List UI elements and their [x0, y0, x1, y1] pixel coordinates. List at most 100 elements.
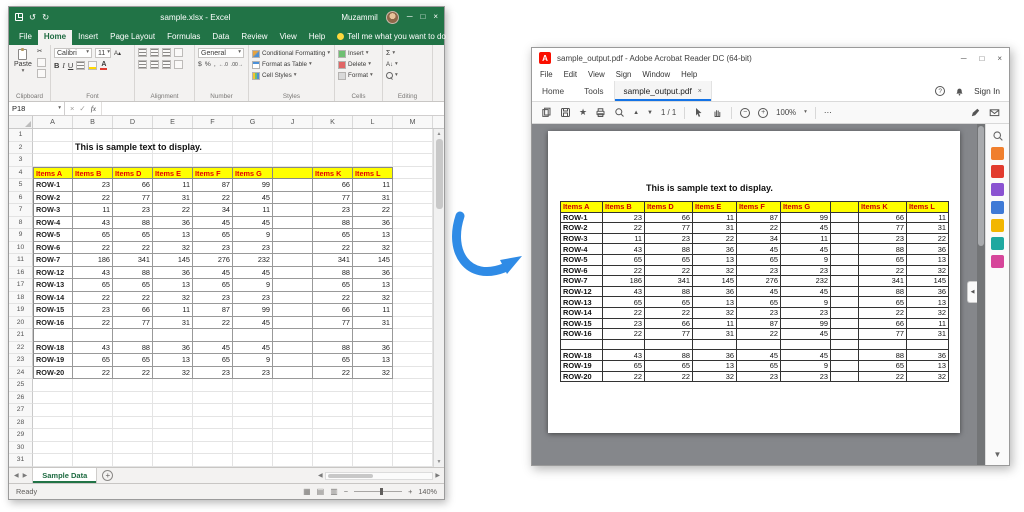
cell[interactable]: 65 [73, 354, 113, 367]
cell[interactable]: 23 [193, 292, 233, 305]
cell[interactable]: 22 [73, 192, 113, 205]
cell[interactable]: 11 [353, 179, 393, 192]
cell[interactable]: 36 [353, 217, 393, 230]
cell[interactable]: 13 [353, 279, 393, 292]
menu-help[interactable]: Help [681, 70, 697, 79]
cell[interactable] [233, 154, 273, 167]
format-cells-button[interactable]: Format ▾ [338, 70, 379, 81]
accounting-format-button[interactable]: $ [198, 61, 202, 68]
cell[interactable] [273, 417, 313, 430]
cell[interactable]: 32 [153, 367, 193, 380]
select-tool-icon[interactable] [693, 107, 704, 118]
cell[interactable]: 77 [313, 192, 353, 205]
zoom-out-icon[interactable]: − [740, 108, 750, 118]
cell[interactable]: 66 [113, 179, 153, 192]
cell[interactable] [393, 429, 433, 442]
cell[interactable] [113, 454, 153, 467]
cell[interactable]: ROW-2 [33, 192, 73, 205]
next-page-icon[interactable]: ▼ [647, 110, 653, 116]
cell[interactable] [313, 142, 353, 155]
cell[interactable]: 45 [193, 267, 233, 280]
cell[interactable] [273, 242, 313, 255]
cell[interactable]: 88 [113, 217, 153, 230]
cell[interactable]: 22 [113, 292, 153, 305]
column-header-D[interactable]: D [113, 116, 153, 128]
cell[interactable]: ROW-7 [33, 254, 73, 267]
close-document-icon[interactable]: × [698, 88, 702, 95]
cell[interactable] [393, 154, 433, 167]
cell[interactable]: 88 [113, 342, 153, 355]
zoom-slider[interactable] [354, 491, 402, 492]
cell[interactable]: ROW-4 [33, 217, 73, 230]
comment-tool-icon[interactable] [991, 201, 1004, 214]
cell[interactable]: 88 [313, 342, 353, 355]
cell[interactable] [193, 417, 233, 430]
tab-tools[interactable]: Tools [574, 81, 613, 101]
cell[interactable] [73, 329, 113, 342]
cell[interactable] [393, 367, 433, 380]
cell[interactable] [273, 292, 313, 305]
cell[interactable] [313, 129, 353, 142]
cell[interactable]: 22 [313, 367, 353, 380]
cell[interactable] [33, 142, 73, 155]
cell[interactable] [313, 442, 353, 455]
row-header-5[interactable]: 5 [9, 179, 33, 192]
cell[interactable] [313, 454, 353, 467]
cell[interactable]: 36 [353, 267, 393, 280]
cell[interactable] [273, 254, 313, 267]
cell[interactable] [113, 129, 153, 142]
document-tab[interactable]: sample_output.pdf × [614, 81, 712, 101]
cell[interactable]: 77 [113, 317, 153, 330]
cell[interactable] [273, 129, 313, 142]
cell[interactable]: 66 [313, 179, 353, 192]
cell[interactable]: 9 [233, 354, 273, 367]
cell[interactable] [73, 417, 113, 430]
row-header-17[interactable]: 17 [9, 279, 33, 292]
align-right-icon[interactable] [162, 60, 171, 69]
row-header-4[interactable]: 4 [9, 167, 33, 180]
cell[interactable]: 23 [193, 367, 233, 380]
row-header-26[interactable]: 26 [9, 392, 33, 405]
cell[interactable] [153, 442, 193, 455]
cell[interactable]: 65 [313, 354, 353, 367]
add-sheet-button[interactable]: + [102, 470, 113, 481]
cell[interactable] [313, 417, 353, 430]
row-header-24[interactable]: 24 [9, 367, 33, 380]
cell[interactable] [273, 317, 313, 330]
cell[interactable] [73, 429, 113, 442]
tab-home[interactable]: Home [532, 81, 574, 101]
cell[interactable]: 22 [153, 204, 193, 217]
cell[interactable] [193, 329, 233, 342]
formula-input[interactable] [102, 102, 444, 115]
tell-me-search[interactable]: Tell me what you want to do [331, 32, 452, 45]
cell-styles-button[interactable]: Cell Styles ▾ [252, 70, 331, 81]
font-name-select[interactable]: Calibri▾ [54, 48, 92, 58]
cell[interactable]: ROW-3 [33, 204, 73, 217]
cell[interactable]: 32 [153, 292, 193, 305]
cell[interactable]: Items K [313, 167, 353, 180]
row-header-25[interactable]: 25 [9, 379, 33, 392]
cell[interactable]: 11 [233, 204, 273, 217]
cell[interactable]: 88 [313, 217, 353, 230]
cell[interactable]: Items B [73, 167, 113, 180]
cell[interactable] [353, 129, 393, 142]
cell[interactable]: 65 [113, 354, 153, 367]
cell[interactable] [273, 267, 313, 280]
cell[interactable] [353, 417, 393, 430]
cell[interactable] [193, 392, 233, 405]
cell[interactable]: 22 [73, 242, 113, 255]
measure-tool-icon[interactable] [991, 255, 1004, 268]
tab-help[interactable]: Help [303, 30, 331, 45]
close-button[interactable]: × [433, 13, 438, 21]
cell[interactable]: 65 [193, 229, 233, 242]
more-tools-icon[interactable]: ⋯ [824, 108, 832, 117]
pdf-scrollbar[interactable] [977, 124, 985, 465]
cell[interactable]: 31 [153, 192, 193, 205]
cell[interactable] [73, 404, 113, 417]
cell[interactable] [273, 379, 313, 392]
minimize-button[interactable]: ─ [407, 13, 413, 21]
cell[interactable] [313, 429, 353, 442]
conditional-formatting-button[interactable]: Conditional Formatting ▾ [252, 48, 331, 59]
row-header-29[interactable]: 29 [9, 429, 33, 442]
cell[interactable]: 22 [193, 317, 233, 330]
